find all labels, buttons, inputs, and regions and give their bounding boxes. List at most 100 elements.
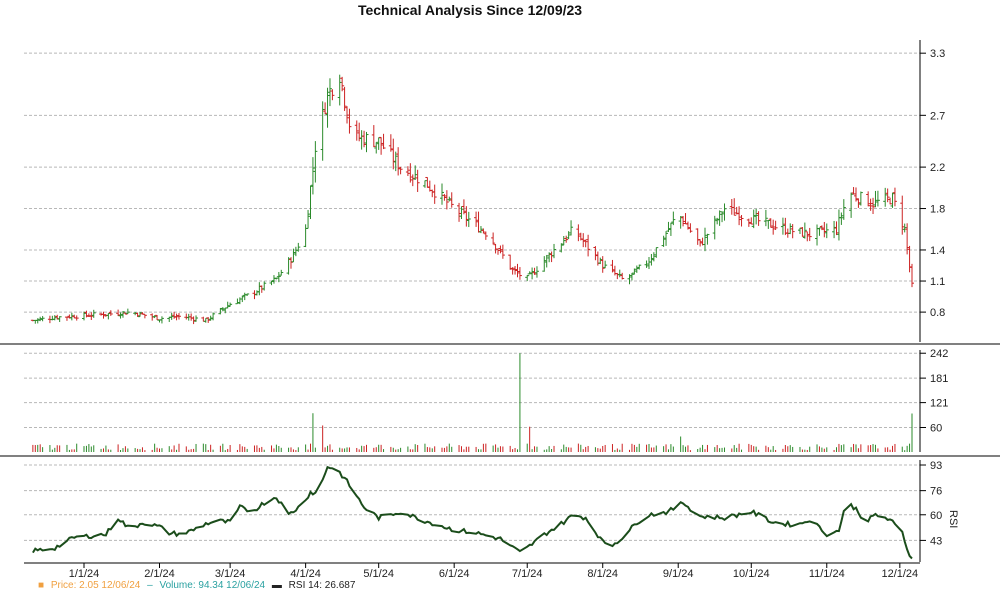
ohlc-bar (544, 254, 549, 268)
ohlc-bar (427, 180, 432, 192)
x-tick-label: 7/1/24 (512, 568, 543, 580)
x-tick-label: 4/1/24 (290, 568, 321, 580)
ohlc-bar (559, 243, 564, 253)
ohlc-bar (313, 141, 318, 183)
price-grid (24, 52, 920, 313)
legend-price-marker: ■ (38, 580, 45, 591)
ohlc-bar (763, 209, 768, 227)
ohlc-bar (749, 217, 754, 225)
ohlc-bar (381, 133, 386, 150)
ohlc-bar (841, 199, 846, 220)
ohlc-bar (457, 202, 462, 222)
ohlc-bar (498, 245, 503, 254)
ohlc-bar (415, 169, 420, 192)
ohlc-bar (822, 221, 827, 238)
x-tick-label: 3/1/24 (215, 568, 246, 580)
ohlc-bar (720, 211, 725, 223)
ohlc-bar (824, 223, 829, 239)
ohlc-bar (873, 190, 878, 208)
ohlc-bar (172, 311, 177, 319)
ohlc-bar (254, 290, 259, 296)
ohlc-bar (600, 256, 605, 273)
ohlc-bar (839, 212, 844, 225)
ohlc-bar (817, 227, 822, 236)
rsi-line (32, 465, 913, 560)
ohlc-bar (890, 192, 895, 208)
ohlc-bar (754, 208, 759, 225)
rsi-tick-label: 43 (930, 535, 942, 547)
ohlc-bar (101, 311, 106, 319)
ohlc-bar (491, 232, 496, 245)
ohlc-bar (293, 246, 298, 257)
ohlc-bar (737, 206, 742, 226)
ohlc-bar (902, 223, 907, 233)
ohlc-bar (257, 282, 262, 296)
ohlc-bar (654, 247, 659, 258)
x-tick-label: 11/1/24 (809, 568, 845, 580)
ohlc-bar (354, 120, 359, 141)
ohlc-bar (892, 187, 897, 207)
ohlc-bar (875, 190, 880, 207)
legend-rsi-marker: ▬ (271, 580, 282, 591)
ohlc-bar (291, 248, 296, 263)
ohlc-bar (461, 199, 466, 215)
ohlc-bar (644, 260, 649, 268)
ohlc-bar (695, 228, 700, 245)
ohlc-bar (116, 309, 121, 317)
x-tick-label: 10/1/24 (733, 568, 770, 580)
ohlc-bar (547, 252, 552, 263)
ohlc-bar (364, 131, 369, 153)
ohlc-bar (717, 210, 722, 226)
ohlc-bar (746, 218, 751, 227)
ohlc-bar (517, 267, 522, 280)
ohlc-bar (279, 269, 284, 276)
ohlc-bar (362, 130, 367, 148)
volume-grid (24, 352, 920, 429)
ohlc-bar (888, 197, 893, 205)
ohlc-bar (858, 191, 863, 206)
ohlc-bar (52, 315, 57, 321)
volume-tick-label: 181 (930, 373, 948, 385)
ohlc-bar (805, 231, 810, 242)
ohlc-bar (542, 256, 547, 272)
rsi-grid (24, 464, 920, 541)
price-y-ticks: 3.3 2.7 2.2 1.8 1.4 1.1 0.8 (920, 48, 945, 319)
ohlc-bar (57, 316, 62, 322)
ohlc-bar (320, 101, 325, 161)
ohlc-bar (64, 316, 69, 321)
ohlc-bar (228, 302, 233, 307)
ohlc-bar (325, 87, 330, 128)
legend-volume-marker: – (147, 580, 153, 591)
ohlc-bar (74, 315, 79, 321)
x-tick-label: 5/1/24 (363, 568, 394, 580)
ohlc-bar (86, 313, 91, 317)
ohlc-bar (310, 157, 315, 195)
volume-tick-label: 60 (930, 423, 942, 435)
ohlc-bar (303, 224, 308, 248)
ohlc-bar (225, 301, 230, 309)
ohlc-bar (347, 108, 352, 134)
price-tick-label: 2.7 (930, 110, 945, 122)
ohlc-bar (856, 198, 861, 208)
ohlc-bar (797, 227, 802, 234)
legend-price: Price: 2.05 12/06/24 (50, 580, 141, 591)
ohlc-bar (203, 317, 208, 323)
ohlc-bar (500, 244, 505, 259)
ohlc-bar (751, 209, 756, 229)
x-tick-label: 8/1/24 (587, 568, 618, 580)
rsi-tick-label: 60 (930, 510, 942, 522)
ohlc-bar (388, 134, 393, 152)
ohlc-bar (603, 260, 608, 269)
ohlc-bar (184, 313, 189, 320)
x-tick-label: 9/1/24 (663, 568, 694, 580)
x-tick-label: 12/1/24 (881, 568, 918, 580)
ohlc-bar (815, 224, 820, 246)
ohlc-bar (211, 312, 216, 321)
ohlc-bar (666, 221, 671, 233)
price-tick-label: 1.4 (930, 245, 945, 257)
x-tick-label: 1/1/24 (69, 568, 100, 580)
ohlc-bar (851, 187, 856, 195)
ohlc-bar (245, 293, 250, 296)
ohlc-bar (449, 192, 454, 208)
ohlc-bar (474, 211, 479, 227)
